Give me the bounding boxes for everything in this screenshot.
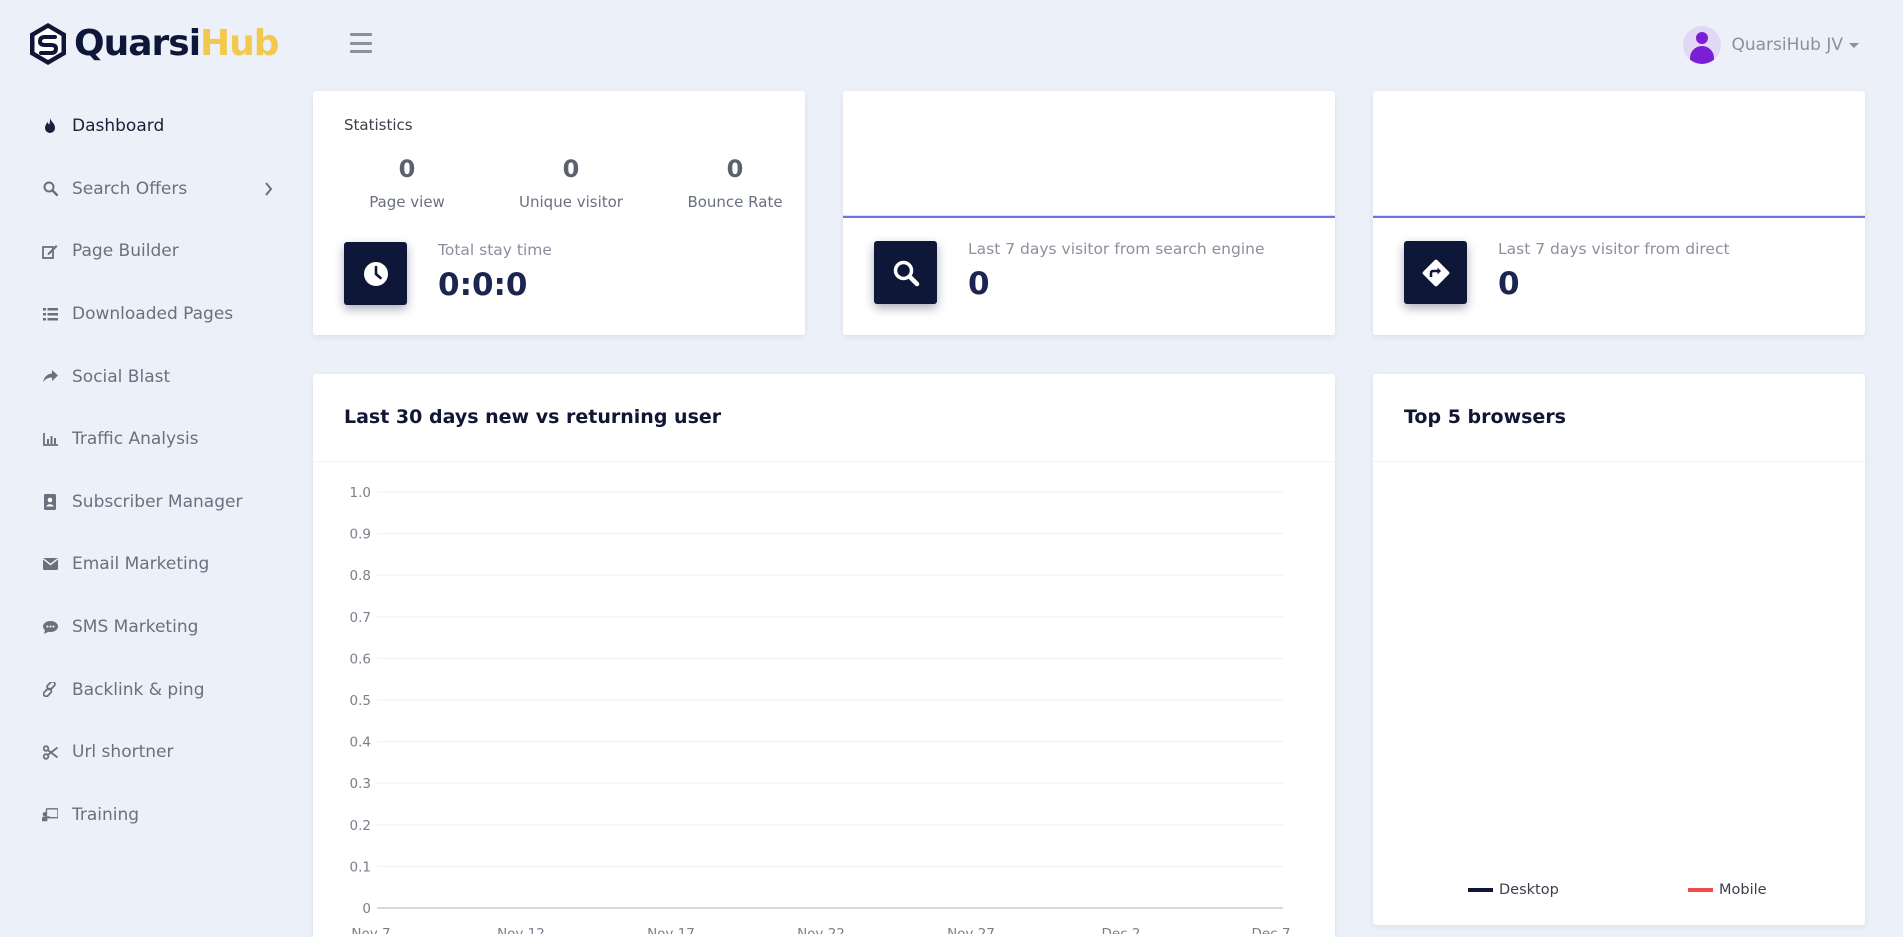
stat-unique-visitor: 0 Unique visitor [501,155,641,211]
sidebar-item-backlink-ping[interactable]: Backlink & ping [0,658,290,721]
search-engine-value: 0 [968,266,990,302]
card-divider [1373,461,1865,462]
y-tick-label: 0.8 [350,568,371,584]
sidebar-item-traffic-analysis[interactable]: Traffic Analysis [0,408,290,471]
legend-swatch-desktop [1468,888,1493,892]
clock-icon [344,242,407,305]
x-tick-label: Nov 12 [497,926,545,934]
caret-down-icon [1849,42,1859,48]
x-tick-label: Dec 7 [1251,926,1290,934]
x-tick-label: Nov 27 [947,926,995,934]
x-tick-label: Nov 22 [797,926,845,934]
stay-time-label: Total stay time [438,241,552,259]
unique-visitor-label: Unique visitor [519,193,623,211]
search-engine-label: Last 7 days visitor from search engine [968,240,1265,258]
direct-label: Last 7 days visitor from direct [1498,240,1730,258]
sidebar-item-training[interactable]: Training [0,784,290,847]
legend-label-mobile: Mobile [1719,882,1767,898]
direct-sparkline [1373,215,1865,218]
legend-item-desktop[interactable]: Desktop [1468,882,1559,898]
returning-user-chart-card: Last 30 days new vs returning user 0 0.1 0… [313,374,1335,937]
y-tick-label: 0 [362,901,371,917]
x-tick-label: Nov 7 [351,926,390,934]
y-tick-label: 0.3 [350,776,371,792]
sidebar-item-dashboard[interactable]: Dashboard [0,95,290,158]
teacher-icon [42,807,58,823]
search-engine-card: Last 7 days visitor from search engine 0 [843,91,1335,335]
returning-user-chart: 0 0.1 0.2 0.3 0.4 0.5 0.6 0.7 0.8 0.9 1.0 Nov 7 Nov … [350,485,1291,934]
sidebar-item-downloaded-pages[interactable]: Downloaded Pages [0,283,290,346]
unique-visitor-value: 0 [562,155,580,183]
y-tick-label: 0.4 [350,735,371,751]
fire-icon [42,118,58,134]
link-icon [42,682,58,698]
comment-icon [42,619,58,635]
x-tick-label: Dec 2 [1101,926,1140,934]
sidebar-item-search-offers[interactable]: Search Offers [0,158,290,221]
envelope-icon [42,556,58,572]
bounce-rate-label: Bounce Rate [687,193,783,211]
stat-bounce-rate: 0 Bounce Rate [665,155,805,211]
brand-logo[interactable]: QuarsiHub [28,22,280,66]
stay-time-value: 0:0:0 [438,267,528,303]
chevron-right-icon [264,181,273,200]
sidebar-item-url-shortner[interactable]: Url shortner [0,721,290,784]
direct-card: Last 7 days visitor from direct 0 [1373,91,1865,335]
legend-item-mobile[interactable]: Mobile [1688,882,1767,898]
sidebar-item-email-marketing[interactable]: Email Marketing [0,533,290,596]
directions-icon [1404,241,1467,304]
search-icon [874,241,937,304]
y-tick-label: 1.0 [350,485,371,501]
top-browsers-title: Top 5 browsers [1404,406,1566,428]
brand-name: QuarsiHub [74,23,280,64]
edit-icon [42,243,58,259]
address-book-icon [42,493,58,510]
menu-toggle-icon[interactable] [350,33,372,53]
sidebar-item-subscriber-manager[interactable]: Subscriber Manager [0,471,290,534]
legend-label-desktop: Desktop [1499,882,1559,898]
top-browsers-card: Top 5 browsers Desktop Mobile [1373,374,1865,925]
stat-page-view: 0 Page view [337,155,477,211]
sidebar-item-social-blast[interactable]: Social Blast [0,345,290,408]
x-tick-label: Nov 17 [647,926,695,934]
bounce-rate-value: 0 [726,155,744,183]
sidebar-item-sms-marketing[interactable]: SMS Marketing [0,596,290,659]
search-engine-sparkline [843,215,1335,218]
chart-icon [42,431,58,447]
y-tick-label: 0.9 [350,527,371,543]
page-view-label: Page view [369,193,445,211]
legend-swatch-mobile [1688,888,1713,892]
search-icon [42,181,58,197]
list-icon [42,306,58,322]
y-tick-label: 0.6 [350,651,371,667]
direct-value: 0 [1498,266,1520,302]
share-icon [42,369,58,385]
scissors-icon [42,744,58,760]
y-tick-label: 0.5 [350,693,371,709]
y-tick-label: 0.2 [350,818,371,834]
y-tick-label: 0.7 [350,610,371,626]
page-view-value: 0 [398,155,416,183]
y-tick-label: 0.1 [350,859,371,875]
avatar [1683,26,1722,64]
user-menu[interactable]: QuarsiHub JV [1683,26,1859,64]
sidebar-item-page-builder[interactable]: Page Builder [0,220,290,283]
sidebar: Dashboard Search Offers Page Builder Dow… [0,95,290,846]
statistics-card: Statistics 0 Page view 0 Unique visitor … [313,91,805,335]
statistics-title: Statistics [344,116,413,134]
logo-mark-icon [30,23,66,65]
user-name: QuarsiHub JV [1731,35,1843,55]
